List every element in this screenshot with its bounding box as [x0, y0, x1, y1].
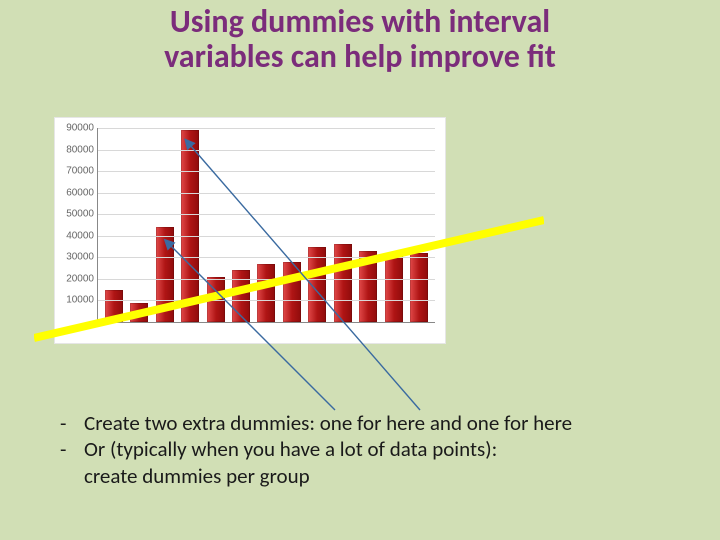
bars-container: [98, 128, 435, 322]
bar: [105, 290, 123, 322]
bullet-list: - Create two extra dummies: one for here…: [60, 410, 660, 489]
dash-icon: -: [60, 436, 84, 462]
y-tick-label: 60000: [66, 187, 94, 198]
bar: [130, 303, 148, 322]
slide: Using dummies with interval variables ca…: [0, 0, 720, 540]
title-line-1: Using dummies with interval: [170, 2, 550, 41]
plot-area: 1000020000300004000050000600007000080000…: [97, 128, 435, 323]
title-line-2: variables can help improve fit: [164, 37, 556, 76]
gridline: [98, 214, 435, 215]
bar: [181, 130, 199, 322]
bar: [334, 244, 352, 322]
bullet-1-text: Create two extra dummies: one for here a…: [84, 410, 572, 436]
gridline: [98, 193, 435, 194]
bar: [385, 255, 403, 322]
gridline: [98, 236, 435, 237]
y-tick-label: 70000: [66, 166, 94, 177]
y-tick-label: 40000: [66, 230, 94, 241]
y-tick-label: 50000: [66, 209, 94, 220]
bar: [283, 262, 301, 322]
bar-chart: 10000 20000 30000 40000 50000 60000 70000 80000…: [55, 118, 445, 343]
bar: [410, 253, 428, 322]
bullet-2: - Or (typically when you have a lot of d…: [60, 436, 660, 462]
bullet-2b-text: create dummies per group: [60, 463, 310, 489]
slide-title: Using dummies with interval variables ca…: [0, 4, 720, 74]
y-tick-label: 10000: [66, 295, 94, 306]
bullet-2-cont: create dummies per group: [60, 463, 660, 489]
bullet-1: - Create two extra dummies: one for here…: [60, 410, 660, 436]
gridline: [98, 257, 435, 258]
y-tick-label: 20000: [66, 273, 94, 284]
bar: [359, 251, 377, 322]
gridline: [98, 150, 435, 151]
bullet-2-text: Or (typically when you have a lot of dat…: [84, 436, 497, 462]
gridline: [98, 300, 435, 301]
dash-icon: -: [60, 410, 84, 436]
y-tick-label: 80000: [66, 144, 94, 155]
y-tick-label: 30000: [66, 252, 94, 263]
gridline: [98, 128, 435, 129]
bar: [207, 277, 225, 322]
bar: [257, 264, 275, 322]
bar: [156, 227, 174, 322]
y-tick-label: 90000: [66, 123, 94, 134]
gridline: [98, 171, 435, 172]
gridline: [98, 279, 435, 280]
